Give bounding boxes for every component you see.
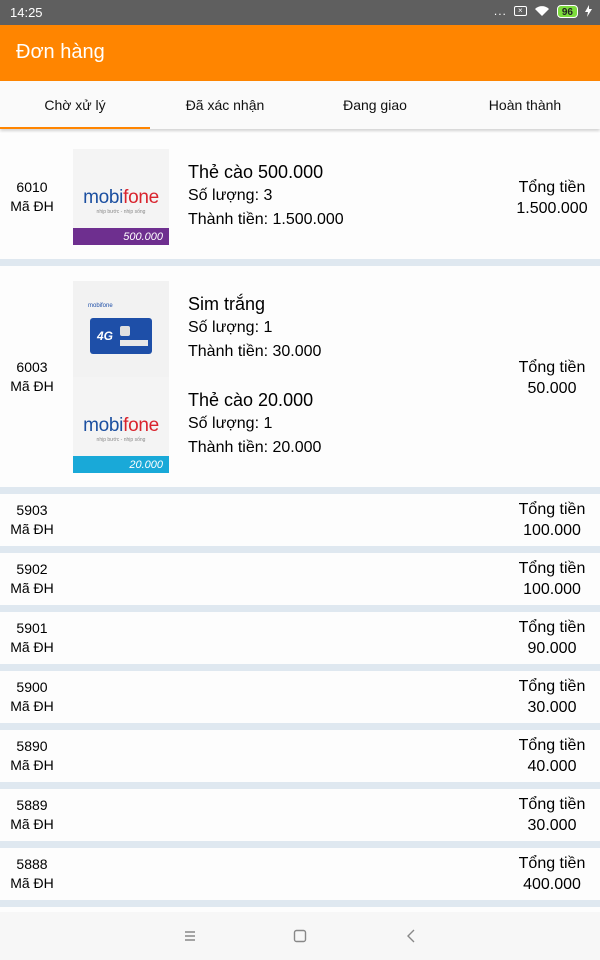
order-id-label: Mã ĐH <box>10 816 54 832</box>
order-id-label: Mã ĐH <box>10 521 54 537</box>
order-total: 100.000 <box>523 522 581 539</box>
card-value: 20.000 <box>129 459 163 471</box>
order-row[interactable]: 5890 Mã ĐH Tổng tiền 40.000 <box>0 730 600 782</box>
status-icons: ... × 96 <box>494 4 592 18</box>
order-total-block: Tổng tiền 1.500.000 <box>504 177 600 219</box>
wifi-icon <box>534 6 549 16</box>
order-row[interactable]: 5903 Mã ĐH Tổng tiền 100.000 <box>0 494 600 546</box>
order-id-label: Mã ĐH <box>10 757 54 773</box>
order-total-label: Tổng tiền <box>518 855 586 872</box>
item-name: Thẻ cào 20.000 <box>188 390 314 410</box>
order-total: 90.000 <box>527 640 577 657</box>
back-icon[interactable] <box>402 926 422 946</box>
order-id-label: Mã ĐH <box>10 198 54 214</box>
battery-icon: 96 <box>556 4 578 18</box>
order-total: 1.500.000 <box>516 200 588 217</box>
4g-badge: 4G <box>97 329 114 343</box>
page-title: Đơn hàng <box>16 41 105 63</box>
order-total: 400.000 <box>523 876 581 893</box>
item-quantity: Số lượng: 1 <box>188 319 273 336</box>
order-row[interactable]: 5888 Mã ĐH Tổng tiền 400.000 <box>0 848 600 900</box>
item-subtotal: Thành tiền: 1.500.000 <box>188 211 344 228</box>
order-total: 50.000 <box>527 380 577 397</box>
card-value: 500.000 <box>123 231 163 243</box>
order-total: 40.000 <box>527 758 577 775</box>
order-id-label: Mã ĐH <box>10 639 54 655</box>
menu-icon[interactable] <box>180 926 200 946</box>
order-total: 100.000 <box>523 581 581 598</box>
order-list[interactable]: 6010 Mã ĐH mobifone nhịp bước - nhịp sốn… <box>0 134 600 912</box>
item-name: Thẻ cào 500.000 <box>188 162 324 182</box>
order-row[interactable]: 6003 Mã ĐH mobifone 4G Sim trắng Số lượn… <box>0 266 600 487</box>
order-id: 5901 <box>16 620 48 636</box>
order-row[interactable]: 6010 Mã ĐH mobifone nhịp bước - nhịp sốn… <box>0 134 600 259</box>
order-row[interactable]: 5889 Mã ĐH Tổng tiền 30.000 <box>0 789 600 841</box>
home-icon[interactable] <box>290 926 310 946</box>
order-status-tabs: Chờ xử lý Đã xác nhận Đang giao Hoàn thà… <box>0 81 600 129</box>
sim-blocked-icon: × <box>513 6 527 16</box>
sim-card-image: mobifone 4G <box>73 281 169 377</box>
order-row[interactable]: 5901 Mã ĐH Tổng tiền 90.000 <box>0 612 600 664</box>
item-info: Thẻ cào 20.000 Số lượng: 1 Thành tiền: 2… <box>188 388 321 460</box>
order-row[interactable]: 5902 Mã ĐH Tổng tiền 100.000 <box>0 553 600 605</box>
order-total-label: Tổng tiền <box>518 501 586 518</box>
order-total-label: Tổng tiền <box>518 619 586 636</box>
item-quantity: Số lượng: 1 <box>188 415 273 432</box>
order-total-label: Tổng tiền <box>518 678 586 695</box>
order-id: 5889 <box>16 797 48 813</box>
order-id-label: Mã ĐH <box>10 378 54 394</box>
tab-pending[interactable]: Chờ xử lý <box>0 81 150 129</box>
order-id: 6010 <box>16 179 48 195</box>
tab-delivering[interactable]: Đang giao <box>300 81 450 129</box>
notification-dots-icon: ... <box>493 4 507 18</box>
app-bar: Đơn hàng <box>0 25 600 81</box>
mobifone-logo: mobifone <box>83 187 159 208</box>
order-id-label: Mã ĐH <box>10 698 54 714</box>
order-id: 5903 <box>16 502 48 518</box>
order-id-block: 6010 Mã ĐH <box>0 178 64 216</box>
item-quantity: Số lượng: 3 <box>188 187 273 204</box>
order-total: 30.000 <box>527 817 577 834</box>
item-subtotal: Thành tiền: 20.000 <box>188 439 322 456</box>
order-total-label: Tổng tiền <box>518 737 586 754</box>
order-row[interactable]: 5900 Mã ĐH Tổng tiền 30.000 <box>0 671 600 723</box>
status-bar: 14:25 ... × 96 <box>0 0 600 25</box>
item-info: Thẻ cào 500.000 Số lượng: 3 Thành tiền: … <box>188 160 344 232</box>
order-id: 5900 <box>16 679 48 695</box>
scratch-card-image: mobifone nhịp bước - nhịp sống 20.000 <box>73 377 169 473</box>
item-info: Sim trắng Số lượng: 1 Thành tiền: 30.000 <box>188 292 321 364</box>
order-total-label: Tổng tiền <box>518 796 586 813</box>
order-id-label: Mã ĐH <box>10 580 54 596</box>
mobifone-logo: mobifone <box>83 415 159 436</box>
order-id-label: Mã ĐH <box>10 875 54 891</box>
order-id: 5888 <box>16 856 48 872</box>
charging-icon <box>585 5 592 17</box>
order-id: 6003 <box>16 359 48 375</box>
tab-confirmed[interactable]: Đã xác nhận <box>150 81 300 129</box>
item-subtotal: Thành tiền: 30.000 <box>188 343 322 360</box>
order-total-label: Tổng tiền <box>518 359 586 376</box>
order-total-label: Tổng tiền <box>518 179 586 196</box>
status-time: 14:25 <box>10 5 43 20</box>
scratch-card-image: mobifone nhịp bước - nhịp sống 500.000 <box>73 149 169 245</box>
order-total: 30.000 <box>527 699 577 716</box>
item-name: Sim trắng <box>188 294 266 314</box>
tab-completed[interactable]: Hoàn thành <box>450 81 600 129</box>
order-id-block: 6003 Mã ĐH <box>0 358 64 396</box>
order-id: 5902 <box>16 561 48 577</box>
order-total-block: Tổng tiền 50.000 <box>504 357 600 399</box>
system-nav-bar <box>0 912 600 960</box>
order-total-label: Tổng tiền <box>518 560 586 577</box>
order-id: 5890 <box>16 738 48 754</box>
